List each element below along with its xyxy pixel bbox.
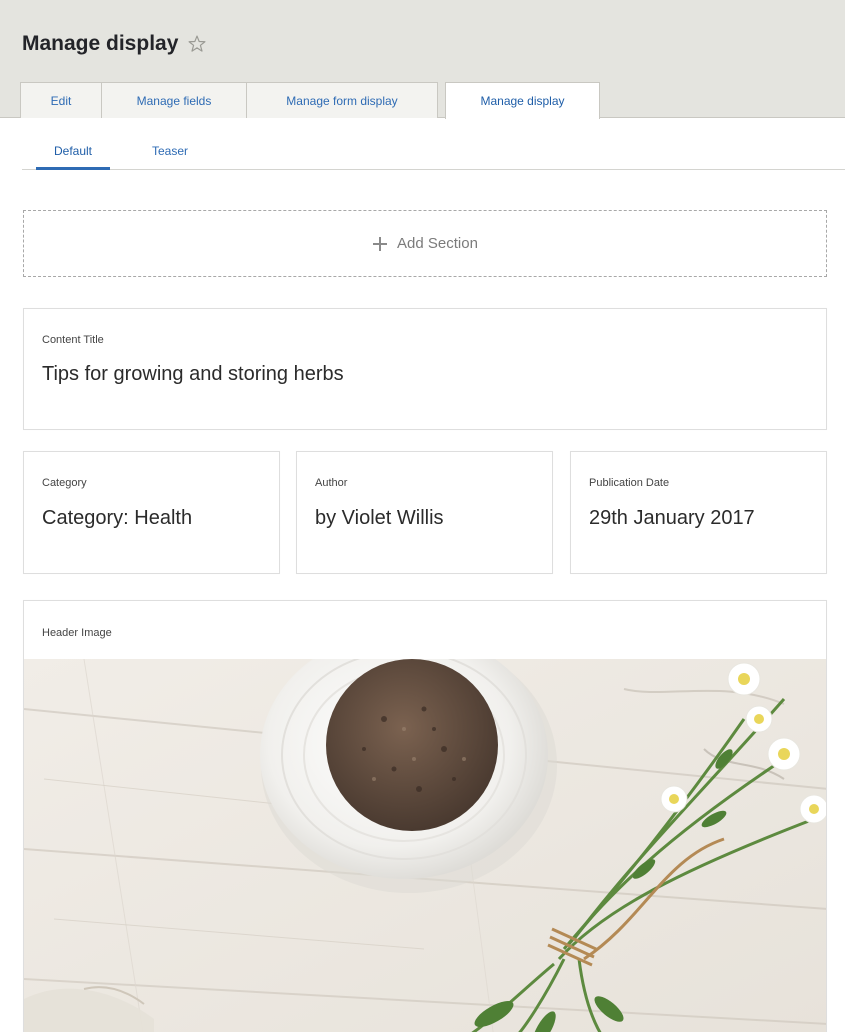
block-value: Tips for growing and storing herbs bbox=[42, 363, 344, 385]
subtab-label: Default bbox=[53, 144, 93, 158]
subtab-teaser[interactable]: Teaser bbox=[152, 144, 188, 170]
add-section-button[interactable]: Add Section bbox=[23, 210, 827, 277]
publication-date-block[interactable]: Publication Date 29th January 2017 bbox=[570, 451, 827, 574]
block-value: 29th January 2017 bbox=[589, 507, 755, 529]
tab-manage-fields[interactable]: Manage fields bbox=[101, 82, 247, 118]
block-label: Content Title bbox=[42, 334, 104, 346]
content-title-block[interactable]: Content Title Tips for growing and stori… bbox=[23, 308, 827, 430]
header-image bbox=[24, 659, 826, 1032]
block-value: by Violet Willis bbox=[315, 507, 444, 529]
subtab-label: Teaser bbox=[152, 144, 189, 158]
page-title: Manage display bbox=[22, 32, 207, 56]
block-value: Category: Health bbox=[42, 507, 193, 529]
plus-icon bbox=[373, 236, 388, 251]
tab-label: Edit bbox=[50, 93, 72, 108]
secondary-tabs: Default Teaser bbox=[22, 138, 845, 170]
page-title-text: Manage display bbox=[22, 32, 179, 55]
tab-edit[interactable]: Edit bbox=[20, 82, 102, 118]
tab-label: Manage fields bbox=[136, 93, 212, 108]
category-block[interactable]: Category Category: Health bbox=[23, 451, 280, 574]
subtab-default[interactable]: Default bbox=[36, 144, 110, 170]
block-label: Publication Date bbox=[589, 477, 670, 489]
tab-label: Manage display bbox=[480, 94, 565, 108]
block-label: Header Image bbox=[42, 627, 112, 639]
tab-label: Manage form display bbox=[286, 93, 398, 108]
primary-tabs: Edit Manage fields Manage form display M… bbox=[20, 82, 600, 119]
page-header-region: Manage display Edit Manage fields Manage… bbox=[0, 0, 845, 119]
block-label: Category bbox=[42, 477, 87, 489]
add-section-label: Add Section bbox=[397, 235, 478, 252]
block-label: Author bbox=[315, 477, 348, 489]
star-icon[interactable] bbox=[187, 34, 207, 54]
header-image-block[interactable]: Header Image bbox=[23, 600, 827, 1032]
tab-manage-display[interactable]: Manage display bbox=[445, 82, 600, 119]
author-block[interactable]: Author by Violet Willis bbox=[296, 451, 553, 574]
tab-manage-form-display[interactable]: Manage form display bbox=[246, 82, 438, 118]
